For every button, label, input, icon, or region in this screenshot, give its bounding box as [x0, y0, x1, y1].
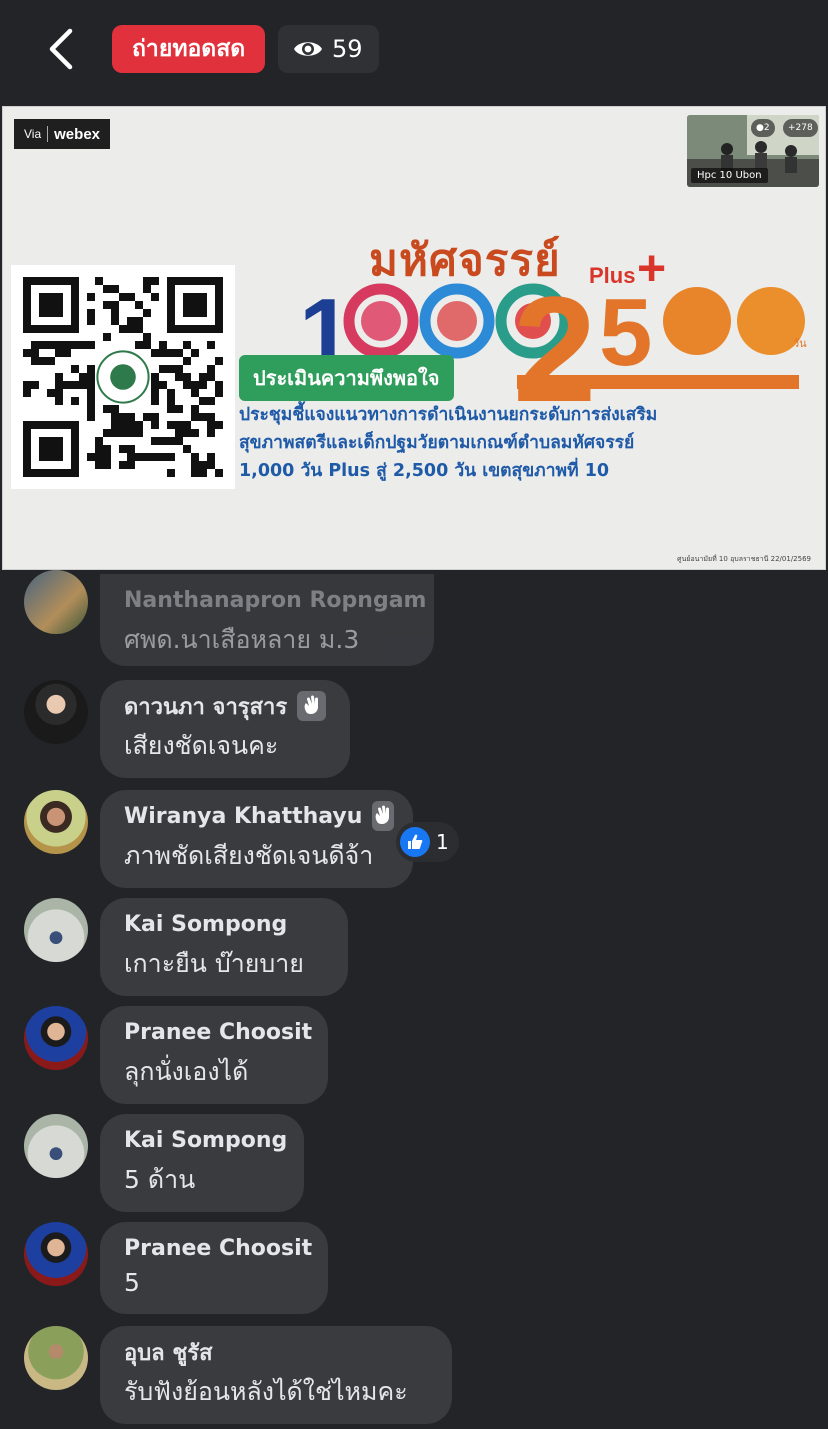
like-count: 1: [436, 830, 449, 854]
comment-text: 5: [124, 1268, 140, 1297]
viewer-count: 59: [332, 35, 363, 63]
thumb-name: Hpc 10 Ubon: [691, 168, 768, 183]
comment-text: เสียงชัดเจนคะ: [124, 731, 279, 760]
wave-hand-icon: [297, 691, 326, 721]
qr-code: [11, 265, 235, 489]
comment-author[interactable]: ดาวนภา จารุสาร: [124, 689, 287, 724]
live-badge: ถ่ายทอดสด: [112, 25, 266, 73]
like-icon: [400, 827, 430, 857]
avatar[interactable]: [24, 570, 88, 634]
slide-line-1: ประชุมชี้แจงแนวทางการดำเนินงานยกระดับการ…: [239, 405, 658, 425]
comment-author[interactable]: อุบล ชูรัส: [124, 1335, 213, 1370]
comment-text: รับฟังย้อนหลังได้ใช่ไหมคะ: [124, 1377, 408, 1406]
webex-logo: Via webex: [14, 119, 110, 149]
eye-icon: [294, 42, 322, 56]
satisfaction-survey-label: ประเมินความพึงพอใจ: [239, 355, 454, 401]
thumb-mic-chip: ● 2: [751, 119, 775, 137]
comment-author[interactable]: Kai Sompong: [124, 1128, 287, 1153]
comment-bubble[interactable]: อุบล ชูรัส รับฟังย้อนหลังได้ใช่ไหมคะ: [100, 1326, 452, 1424]
comment-bubble[interactable]: Wiranya Khatthayu ภาพชัดเสียงชัดเจนดีจ้า: [100, 790, 413, 888]
slide-footer: ศูนย์อนามัยที่ 10 อุบลราชธานี 22/01/2569: [677, 555, 811, 563]
avatar[interactable]: [24, 1006, 88, 1070]
comment-bubble[interactable]: Nanthanapron Ropngam ศพด.นาเสือหลาย ม.3: [100, 574, 434, 666]
reaction-count[interactable]: 1: [396, 822, 459, 862]
comment-text: เกาะยืน บ๊ายบาย: [124, 949, 304, 978]
avatar[interactable]: [24, 898, 88, 962]
avatar[interactable]: [24, 1326, 88, 1390]
comment-text: ลุกนั่งเองได้: [124, 1057, 249, 1086]
num-2500-five: 5: [599, 279, 652, 386]
comment-author[interactable]: Nanthanapron Ropngam: [124, 588, 426, 613]
comment-text: 5 ด้าน: [124, 1165, 196, 1194]
participant-thumbnail: ● 2 +278 Hpc 10 Ubon: [687, 115, 819, 187]
comment-bubble[interactable]: Pranee Choosit ลุกนั่งเองได้: [100, 1006, 328, 1104]
avatar[interactable]: [24, 1222, 88, 1286]
thumb-people-chip: +278: [783, 119, 818, 137]
comment-author[interactable]: Pranee Choosit: [124, 1020, 312, 1045]
slide-description: ประชุมชี้แจงแนวทางการดำเนินงานยกระดับการ…: [239, 401, 657, 485]
comment-bubble[interactable]: ดาวนภา จารุสาร เสียงชัดเจนคะ: [100, 680, 350, 778]
slide-line-3: 1,000 วัน Plus สู่ 2,500 วัน เขตสุขภาพที…: [239, 461, 610, 481]
comment-author[interactable]: Pranee Choosit: [124, 1236, 312, 1261]
avatar[interactable]: [24, 680, 88, 744]
back-button[interactable]: [36, 24, 86, 74]
day-label-2: วัน: [793, 337, 807, 350]
avatar[interactable]: [24, 1114, 88, 1178]
chevron-left-icon: [49, 28, 73, 70]
avatar[interactable]: [24, 790, 88, 854]
comment-bubble[interactable]: Kai Sompong เกาะยืน บ๊ายบาย: [100, 898, 348, 996]
comment-bubble[interactable]: Kai Sompong 5 ด้าน: [100, 1114, 304, 1212]
wave-hand-icon: [372, 801, 395, 831]
slide-line-2: สุขภาพสตรีและเด็กปฐมวัยตามเกณฑ์ตำบลมหัศจ…: [239, 433, 635, 453]
viewer-count-badge: 59: [278, 25, 379, 73]
comment-text: ภาพชัดเสียงชัดเจนดีจ้า: [124, 841, 374, 870]
comment-text: ศพด.นาเสือหลาย ม.3: [124, 625, 360, 654]
comment-author[interactable]: Wiranya Khatthayu: [124, 804, 362, 829]
comment-bubble[interactable]: Pranee Choosit 5: [100, 1222, 328, 1314]
live-video-player[interactable]: Via webex ● 2 +278 Hpc 10 Ubon มหัศจรรย์…: [2, 106, 826, 570]
comment-author[interactable]: Kai Sompong: [124, 912, 287, 937]
